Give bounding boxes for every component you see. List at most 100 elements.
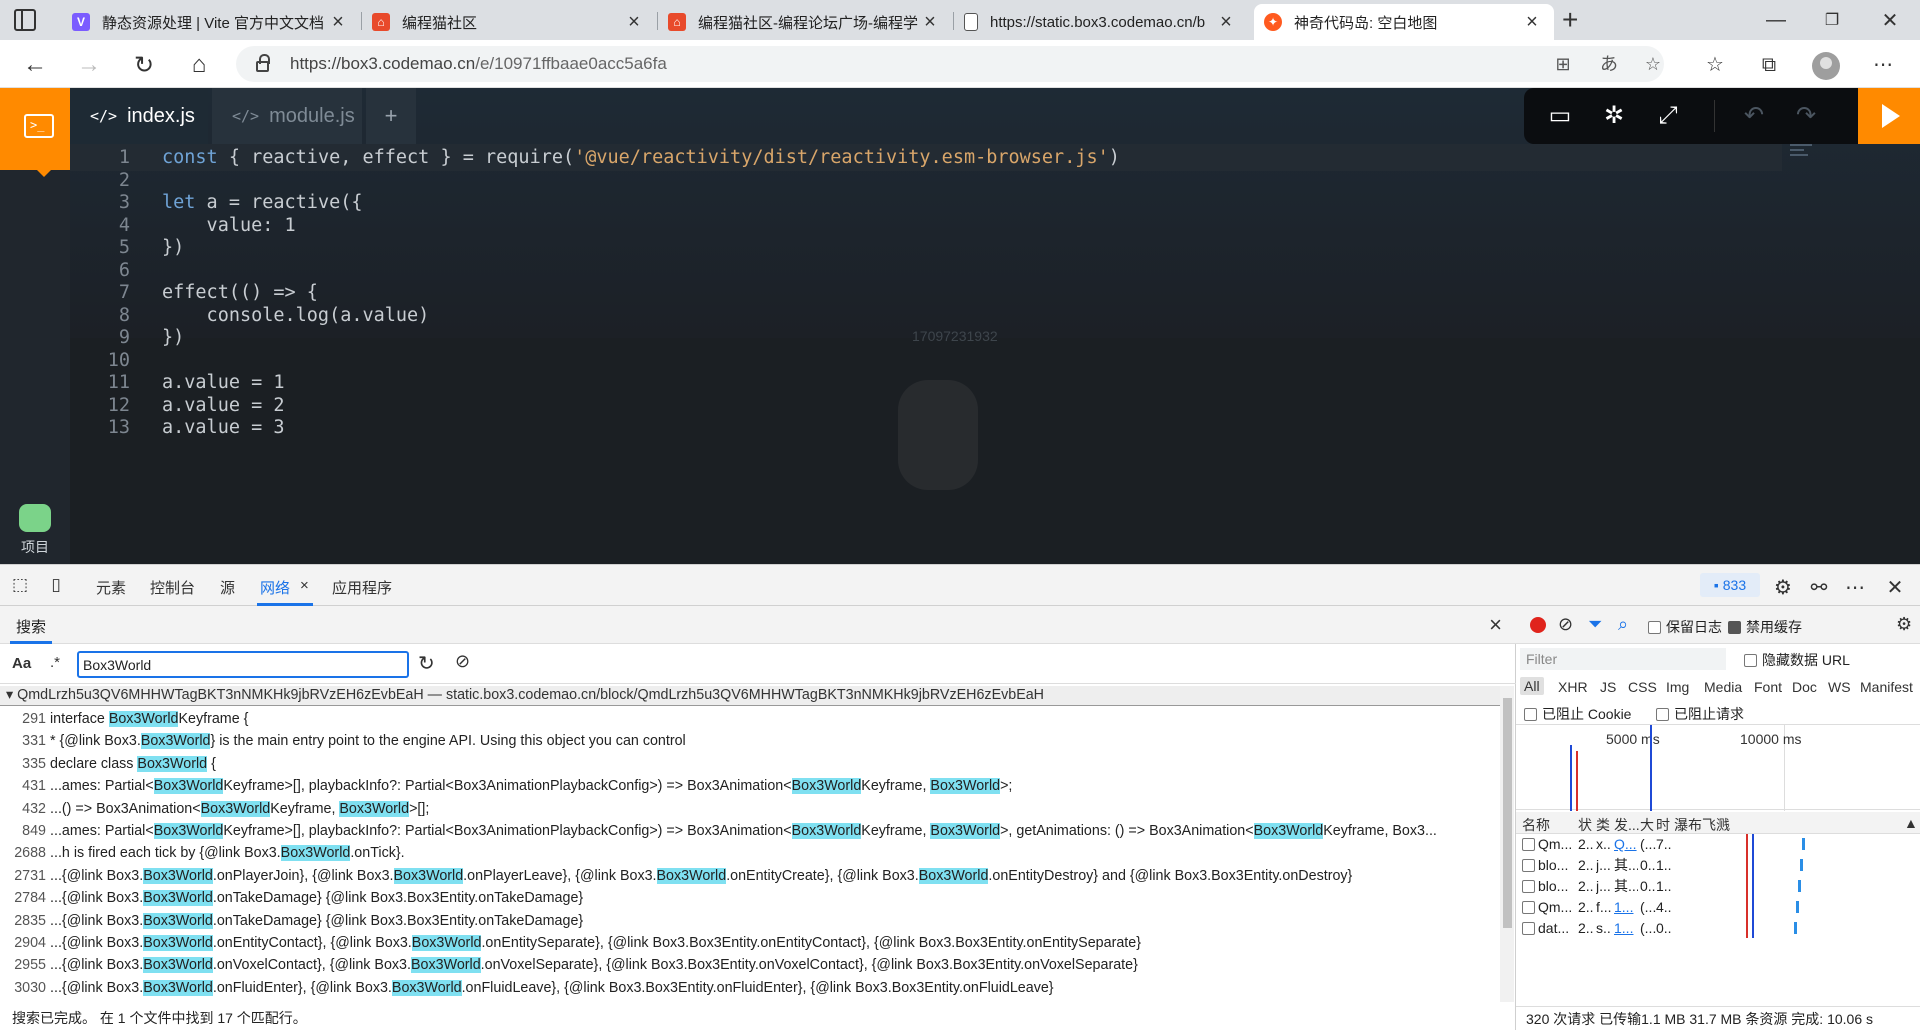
row-select-checkbox[interactable] <box>1522 880 1535 893</box>
search-result-row[interactable]: 849 ...ames: Partial<Box3WorldKeyframe>[]… <box>0 820 1437 842</box>
search-result-row[interactable]: 291 interface Box3WorldKeyframe { <box>0 708 248 730</box>
issues-badge[interactable]: ▪ 833 <box>1700 573 1760 597</box>
filter-icon[interactable]: ⏷ <box>1588 614 1602 635</box>
type-filter-xhr[interactable]: XHR <box>1558 679 1588 695</box>
clear-icon[interactable]: ⊘ <box>1558 614 1573 635</box>
request-row[interactable]: Qm... 2...x...Q...(...7... <box>1516 834 1906 855</box>
add-favorite-icon[interactable]: ☆ <box>1642 53 1664 75</box>
reload-icon[interactable]: ↻ <box>127 48 161 82</box>
type-filter-font[interactable]: Font <box>1754 679 1782 695</box>
back-icon[interactable]: ← <box>18 48 52 82</box>
run-button[interactable] <box>1858 88 1920 144</box>
minimap[interactable] <box>1790 144 1818 170</box>
browser-tab-codemao[interactable]: ⌂ 编程猫社区 × <box>362 4 656 40</box>
column-waterfall[interactable]: 瀑布飞溅 <box>1674 815 1730 835</box>
more-icon[interactable]: ⋯ <box>1868 50 1898 80</box>
expand-icon[interactable]: ⤢ <box>1652 100 1684 132</box>
request-row[interactable]: blo... 2...j...其...0...1... <box>1516 876 1906 897</box>
row-select-checkbox[interactable] <box>1522 859 1535 872</box>
row-select-checkbox[interactable] <box>1522 922 1535 935</box>
console-toggle[interactable]: >_ <box>0 88 70 177</box>
browser-tab-vite[interactable]: V 静态资源处理 | Vite 官方中文文档 × <box>62 4 360 40</box>
request-row[interactable]: dat... 2...s...1... (...0... <box>1516 918 1906 938</box>
device-toolbar-icon[interactable]: ▯ <box>44 575 68 597</box>
search-icon[interactable]: ⌕ <box>1618 614 1628 635</box>
match-case-toggle[interactable]: Aa <box>12 655 31 672</box>
inspect-element-icon[interactable]: ⬚ <box>8 575 32 597</box>
type-filter-js[interactable]: JS <box>1600 679 1616 695</box>
redo-icon[interactable]: ↷ <box>1790 100 1822 132</box>
record-icon[interactable] <box>1530 617 1546 633</box>
row-select-checkbox[interactable] <box>1522 901 1535 914</box>
blocked-cookies-checkbox[interactable]: 已阻止 Cookie <box>1524 704 1631 724</box>
search-result-row[interactable]: 2731 ...{@link Box3.Box3World.onPlayerJoi… <box>0 865 1352 887</box>
close-tab-icon[interactable]: × <box>622 11 646 34</box>
url-input[interactable]: https://box3.codemao.cn/e/10971ffbaae0ac… <box>236 46 1664 82</box>
settings-icon[interactable]: ⚙ <box>1770 575 1796 600</box>
search-result-row[interactable]: 2688 ...h is fired each tick by {@link Bo… <box>0 842 405 864</box>
close-icon[interactable]: × <box>1489 612 1502 638</box>
code-lines[interactable]: 1 const { reactive, effect } = require('@… <box>70 142 1782 562</box>
minimize-icon[interactable]: — <box>1748 0 1804 40</box>
column-name[interactable]: 名称 <box>1522 815 1550 835</box>
tab-sources[interactable]: 源 <box>220 577 235 598</box>
scrollbar-thumb[interactable] <box>1503 698 1512 928</box>
restore-icon[interactable]: ❐ <box>1804 0 1860 40</box>
close-tab-icon[interactable]: × <box>1520 11 1544 34</box>
column-initiator[interactable]: 发... <box>1614 815 1640 835</box>
lock-icon[interactable] <box>256 54 270 72</box>
network-overview-timeline[interactable]: 5000 ms 10000 ms <box>1516 724 1920 811</box>
search-result-row[interactable]: 3030 ...{@link Box3.Box3World.onFluidEnte… <box>0 977 1054 999</box>
close-devtools-icon[interactable]: ✕ <box>1882 575 1908 600</box>
type-filter-ws[interactable]: WS <box>1828 679 1851 695</box>
clear-icon[interactable]: ⊘ <box>455 651 470 672</box>
regex-toggle[interactable]: .* <box>50 654 60 671</box>
debug-icon[interactable]: ✲ <box>1598 100 1630 132</box>
home-icon[interactable]: ⌂ <box>182 48 216 82</box>
chat-icon[interactable]: ▭ <box>1544 100 1576 132</box>
browser-tab-forum[interactable]: ⌂ 编程猫社区-编程论坛广场-编程学 × <box>658 4 952 40</box>
more-icon[interactable]: ⋯ <box>1842 575 1868 600</box>
results-scrollbar[interactable] <box>1500 686 1514 1002</box>
tab-network[interactable]: 网络 <box>260 577 290 598</box>
search-result-row[interactable]: 2904 ...{@link Box3.Box3World.onEntityCon… <box>0 932 1141 954</box>
avatar[interactable] <box>1812 52 1840 80</box>
read-aloud-icon[interactable]: あ <box>1598 53 1620 75</box>
undo-icon[interactable]: ↶ <box>1738 100 1770 132</box>
close-tab-icon[interactable]: × <box>326 11 350 34</box>
editor-tab-module[interactable]: </> module.js <box>212 88 362 144</box>
new-tab-button[interactable]: + <box>1562 4 1578 36</box>
disable-cache-checkbox[interactable]: 禁用缓存 <box>1728 617 1802 637</box>
type-filter-css[interactable]: CSS <box>1628 679 1657 695</box>
filter-input[interactable]: Filter <box>1520 648 1726 670</box>
column-status[interactable]: 状 <box>1578 815 1592 835</box>
close-tab-icon[interactable]: × <box>300 577 309 594</box>
type-filter-media[interactable]: Media <box>1704 679 1742 695</box>
browser-tab-static[interactable]: https://static.box3.codemao.cn/b × <box>954 4 1248 40</box>
request-row[interactable]: Qm... 2...f...1... (...4... <box>1516 897 1906 918</box>
hide-data-urls-checkbox[interactable]: 隐藏数据 URL <box>1744 650 1850 670</box>
collections-icon[interactable]: ⧉ <box>1754 50 1784 80</box>
search-result-row[interactable]: 432 ...() => Box3Animation<Box3WorldKeyfr… <box>0 798 429 820</box>
search-result-row[interactable]: 2784 ...{@link Box3.Box3World.onTakeDamag… <box>0 887 583 909</box>
project-icon[interactable] <box>19 504 51 532</box>
tab-actions-icon[interactable] <box>14 9 36 31</box>
tab-application[interactable]: 应用程序 <box>332 577 392 598</box>
type-filter-all[interactable]: All <box>1520 677 1544 695</box>
add-file-button[interactable]: + <box>366 88 416 144</box>
tab-elements[interactable]: 元素 <box>96 577 126 598</box>
forward-icon[interactable]: → <box>72 48 106 82</box>
search-result-row[interactable]: 431 ...ames: Partial<Box3WorldKeyframe>[]… <box>0 775 1012 797</box>
connect-icon[interactable]: ⚯ <box>1806 575 1832 600</box>
project-label[interactable]: 项目 <box>0 537 70 557</box>
search-result-row[interactable]: 2955 ...{@link Box3.Box3World.onVoxelCont… <box>0 954 1138 976</box>
type-filter-img[interactable]: Img <box>1666 679 1689 695</box>
column-type[interactable]: 类 <box>1596 815 1610 835</box>
tab-console[interactable]: 控制台 <box>150 577 195 598</box>
type-filter-manifest[interactable]: Manifest <box>1860 679 1913 695</box>
search-input[interactable] <box>77 651 409 678</box>
type-filter-doc[interactable]: Doc <box>1792 679 1817 695</box>
result-file-header[interactable]: ▾ QmdLrzh5u3QV6MHHWTagBKT3nNMKHk9jbRVzEH… <box>0 686 1500 706</box>
browser-tab-box3[interactable]: ✦ 神奇代码岛: 空白地图 × <box>1254 4 1554 40</box>
close-tab-icon[interactable]: × <box>1214 11 1238 34</box>
